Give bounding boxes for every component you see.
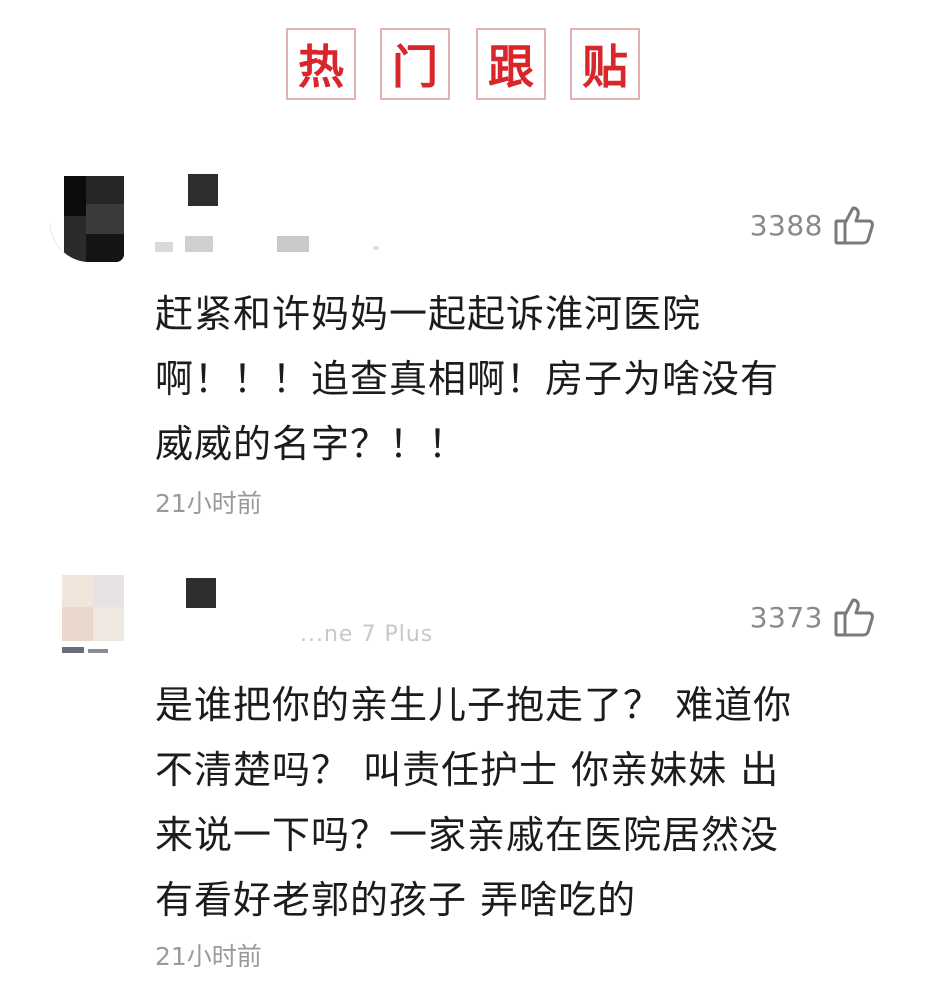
like-count: 3388 [749,208,823,242]
comment-line: 威威的名字？！！ [155,422,468,466]
comment-line: 啊！！！追查真相啊！房子为啥没有 [155,357,780,401]
comment-line: 来说一下吗？一家亲戚在医院居然没 [155,813,780,857]
header-char-3: 跟 [476,28,546,100]
comment-time: 21小时前 [155,942,262,971]
header-char-4: 贴 [570,28,640,100]
like-button[interactable]: 3373 [750,596,875,638]
comment-line: 有看好老郭的孩子 弄啥吃的 [155,878,637,922]
like-button[interactable]: 3388 [750,204,875,246]
comment-line: 不清楚吗？ 叫责任护士 你亲妹妹 出 [155,748,780,792]
header-char-2: 门 [380,28,450,100]
like-count: 3373 [749,600,823,634]
device-label: ...ne 7 Plus [300,622,434,647]
thumbs-up-icon[interactable] [833,204,875,246]
user-avatar[interactable] [50,176,124,262]
comment-line: 赶紧和许妈妈一起起诉淮河医院 [155,292,702,336]
user-avatar[interactable] [62,575,124,657]
comment-line: 是谁把你的亲生儿子抱走了？ 难道你 [155,683,793,727]
header-char-1: 热 [286,28,356,100]
comment-text: 赶紧和许妈妈一起起诉淮河医院 啊！！！追查真相啊！房子为啥没有 威威的名字？！！ [155,282,885,477]
thumbs-up-icon[interactable] [833,596,875,638]
hot-comments-header: 热 门 跟 贴 [286,28,641,104]
comment-text: 是谁把你的亲生儿子抱走了？ 难道你 不清楚吗？ 叫责任护士 你亲妹妹 出 来说一… [155,673,885,933]
comment-time: 21小时前 [155,489,262,518]
